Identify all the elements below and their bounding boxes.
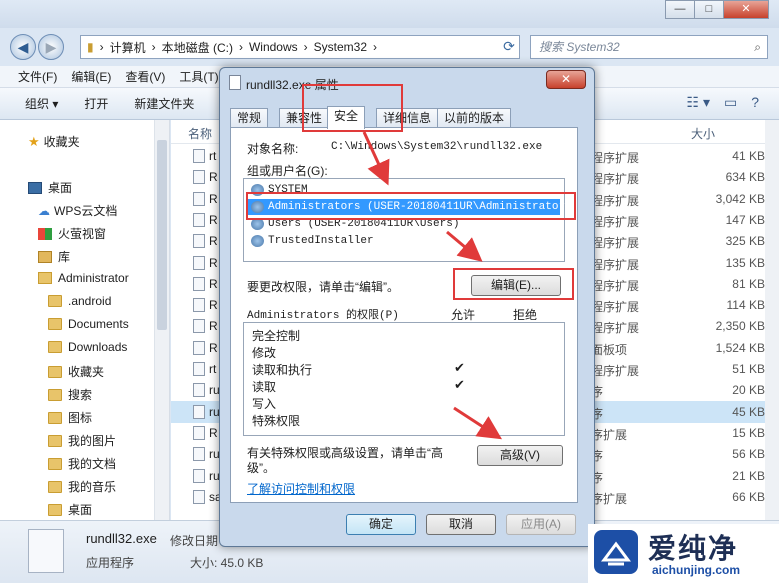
arrow-to-administrators — [362, 131, 390, 186]
tab-security[interactable]: 安全 — [327, 106, 366, 129]
annotation-arrows — [362, 131, 503, 440]
brand-url: aichunjing.com — [652, 563, 741, 577]
brand-name: 爱纯净 — [648, 533, 739, 564]
brand-watermark: 爱纯净 aichunjing.com — [588, 524, 779, 583]
arrow-lower — [453, 406, 503, 440]
brand-logo-icon — [594, 530, 638, 574]
arrow-to-edit-button — [446, 230, 483, 262]
